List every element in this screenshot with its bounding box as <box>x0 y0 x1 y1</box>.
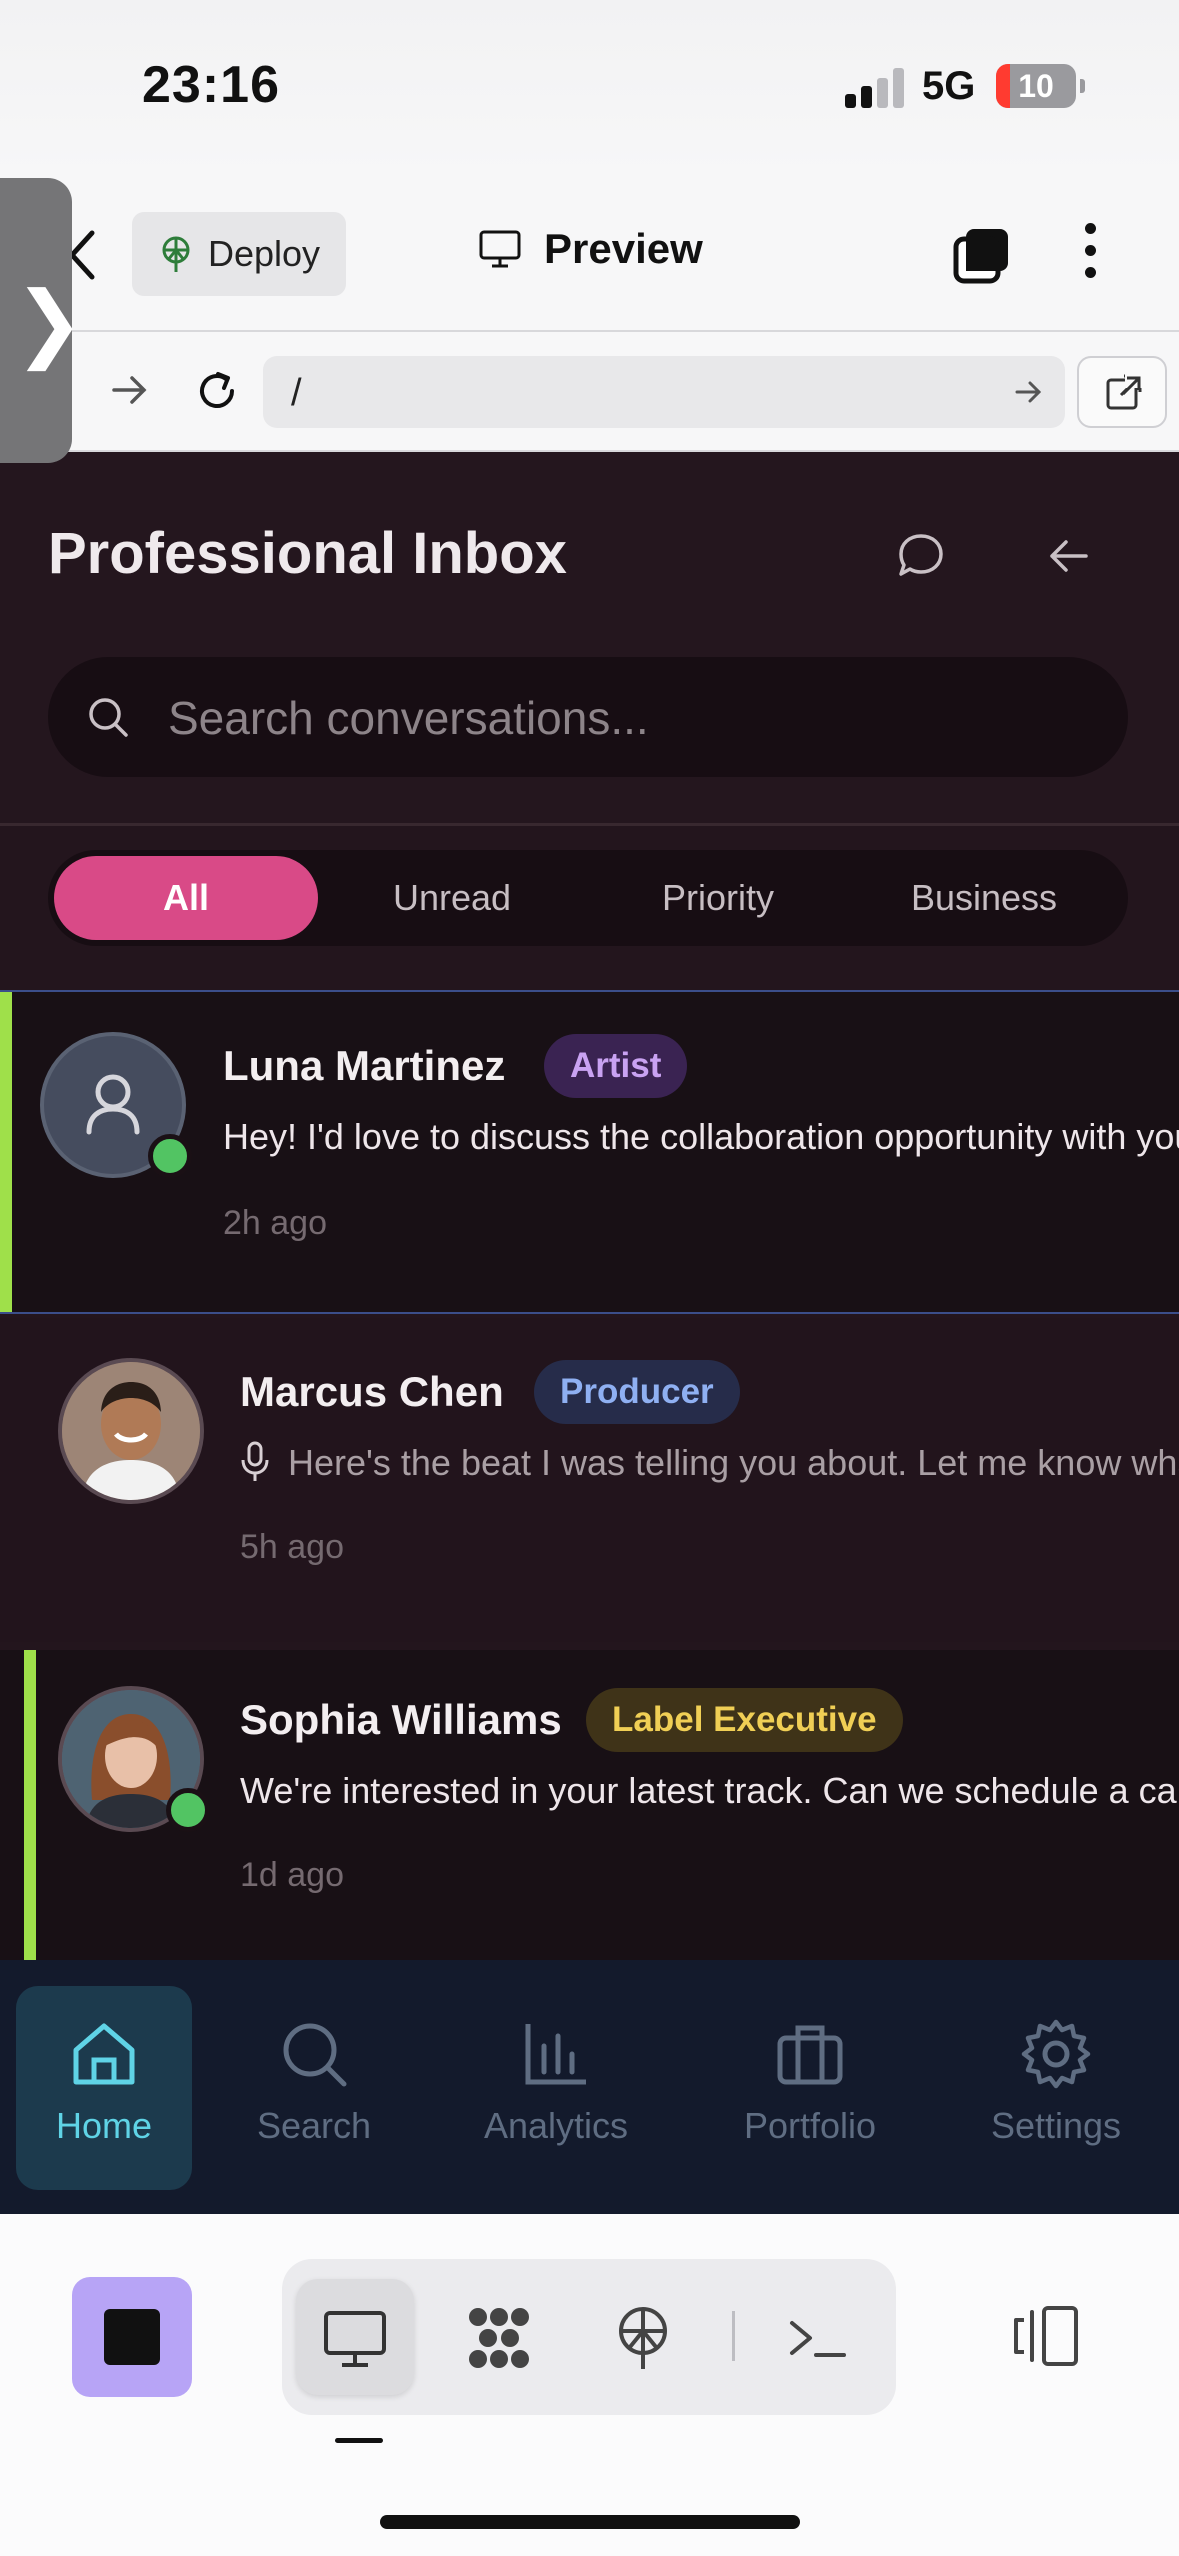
active-tab-indicator <box>335 2438 383 2443</box>
console-view-button[interactable] <box>758 2279 876 2395</box>
tabs-icon[interactable] <box>952 225 1012 285</box>
more-menu-icon[interactable] <box>1072 223 1108 287</box>
url-bar: / <box>0 330 1179 452</box>
app-viewport: Professional Inbox Search conversations.… <box>0 452 1179 2214</box>
status-bar: 23:16 5G 10 <box>0 0 1179 175</box>
preview-label: Preview <box>544 225 703 272</box>
filter-tabs: All Unread Priority Business <box>48 850 1128 946</box>
gear-icon <box>1021 2019 1091 2089</box>
home-indicator <box>380 2515 800 2529</box>
deploy-icon <box>619 2307 667 2369</box>
deploy-button[interactable]: Deploy <box>132 212 346 296</box>
conversation-item[interactable]: Sophia Williams Label Executive We're in… <box>0 1650 1179 1960</box>
url-text: / <box>291 372 302 414</box>
bar-chart-icon <box>525 2024 586 2085</box>
message-preview: Here's the beat I was telling you about.… <box>288 1442 1179 1483</box>
battery-level: 10 <box>1018 68 1054 104</box>
arrow-left-icon[interactable] <box>1040 528 1096 584</box>
tab-priority[interactable]: Priority <box>586 856 850 940</box>
signal-icon <box>845 68 905 108</box>
open-external-button[interactable] <box>1077 356 1167 428</box>
home-icon <box>73 2023 135 2085</box>
workflow-icon <box>469 2308 529 2368</box>
monitor-icon <box>324 2311 386 2367</box>
timestamp: 5h ago <box>240 1528 344 1566</box>
side-panel-handle[interactable]: ❯ <box>0 178 84 463</box>
forward-icon[interactable] <box>110 370 150 410</box>
nav-label: Analytics <box>483 2105 629 2146</box>
timestamp: 2h ago <box>223 1204 327 1242</box>
priority-indicator <box>24 1650 36 1960</box>
role-badge: Producer <box>534 1360 740 1424</box>
deploy-view-button[interactable] <box>584 2279 702 2395</box>
tab-all[interactable]: All <box>54 856 318 940</box>
reload-icon[interactable] <box>192 366 242 416</box>
preview-tab[interactable]: Preview <box>478 225 703 273</box>
page-title: Professional Inbox <box>48 521 567 586</box>
nav-label: Home <box>55 2105 153 2146</box>
bottom-nav: Home Search Analytics Portfolio Settings <box>0 1960 1179 2214</box>
avatar <box>58 1358 204 1504</box>
chevron-right-icon: ❯ <box>14 275 85 369</box>
editor-toolbar <box>0 2214 1179 2556</box>
message-preview: We're interested in your latest track. C… <box>240 1770 1179 1811</box>
deploy-icon <box>162 236 190 272</box>
nav-portfolio[interactable]: Portfolio <box>722 1986 898 2190</box>
chat-bubble-icon[interactable] <box>893 528 949 584</box>
search-icon <box>89 698 128 737</box>
conversation-item[interactable]: Luna Martinez Artist Hey! I'd love to di… <box>0 990 1179 1314</box>
go-arrow-icon[interactable] <box>1013 376 1045 408</box>
monitor-icon <box>479 230 521 268</box>
view-switcher <box>282 2259 896 2415</box>
terminal-icon <box>790 2321 846 2357</box>
profile-photo <box>62 1362 200 1500</box>
nav-home[interactable]: Home <box>16 1986 192 2190</box>
contact-name: Sophia Williams <box>240 1696 562 1743</box>
microphone-icon <box>241 1441 269 1481</box>
nav-settings[interactable]: Settings <box>968 1986 1144 2190</box>
message-preview: Hey! I'd love to discuss the collaborati… <box>223 1116 1179 1157</box>
nav-search[interactable]: Search <box>226 1986 402 2190</box>
contact-name: Luna Martinez <box>223 1042 506 1089</box>
priority-indicator <box>0 992 12 1312</box>
search-placeholder: Search conversations... <box>168 692 649 744</box>
split-view-icon[interactable] <box>1010 2304 1082 2368</box>
external-link-icon <box>1106 374 1143 410</box>
stop-icon <box>104 2309 160 2365</box>
workflow-view-button[interactable] <box>440 2279 558 2395</box>
network-type: 5G <box>922 64 976 108</box>
nav-analytics[interactable]: Analytics <box>468 1986 644 2190</box>
search-input[interactable]: Search conversations... <box>48 657 1128 777</box>
status-time: 23:16 <box>142 56 280 114</box>
nav-label: Settings <box>990 2105 1122 2146</box>
tab-business[interactable]: Business <box>852 856 1116 940</box>
role-badge: Label Executive <box>586 1688 903 1752</box>
battery-icon: 10 <box>996 64 1085 108</box>
online-indicator <box>148 1134 192 1178</box>
contact-name: Marcus Chen <box>240 1368 504 1415</box>
role-badge: Artist <box>544 1034 688 1098</box>
search-icon <box>283 2023 347 2087</box>
toolbar-divider <box>732 2311 735 2361</box>
online-indicator <box>166 1788 210 1832</box>
tab-unread[interactable]: Unread <box>320 856 584 940</box>
timestamp: 1d ago <box>240 1856 344 1894</box>
preview-view-button[interactable] <box>296 2279 414 2395</box>
stop-button[interactable] <box>72 2277 192 2397</box>
nav-label: Portfolio <box>743 2105 877 2146</box>
deploy-label: Deploy <box>208 233 321 274</box>
browser-toolbar: Deploy Preview <box>0 175 1179 330</box>
conversation-item[interactable]: Marcus Chen Producer Here's the beat I w… <box>0 1318 1179 1642</box>
nav-label: Search <box>256 2105 372 2146</box>
briefcase-icon <box>777 2025 843 2085</box>
inbox-header: Professional Inbox Search conversations.… <box>0 452 1179 826</box>
url-input[interactable]: / <box>263 356 1065 428</box>
